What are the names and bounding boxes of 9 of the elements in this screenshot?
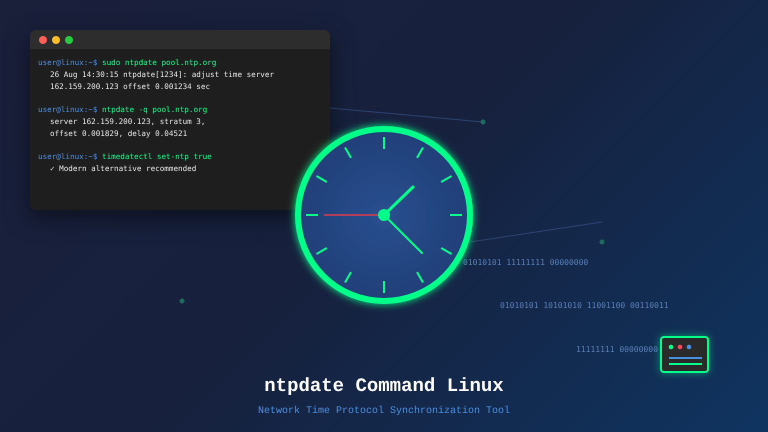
maximize-dot-icon (65, 36, 73, 44)
binary-text: 11111111 00000000 (576, 345, 658, 354)
page-subtitle: Network Time Protocol Synchronization Tool (256, 406, 512, 417)
binary-text: 01010101 10101010 11001100 00110011 (500, 301, 669, 310)
page-title: ntpdate Command Linux (263, 375, 505, 397)
close-dot-icon (39, 36, 47, 44)
minimize-dot-icon (52, 36, 60, 44)
terminal-icon (660, 336, 709, 373)
binary-text: 01010101 11111111 00000000 (463, 258, 588, 267)
